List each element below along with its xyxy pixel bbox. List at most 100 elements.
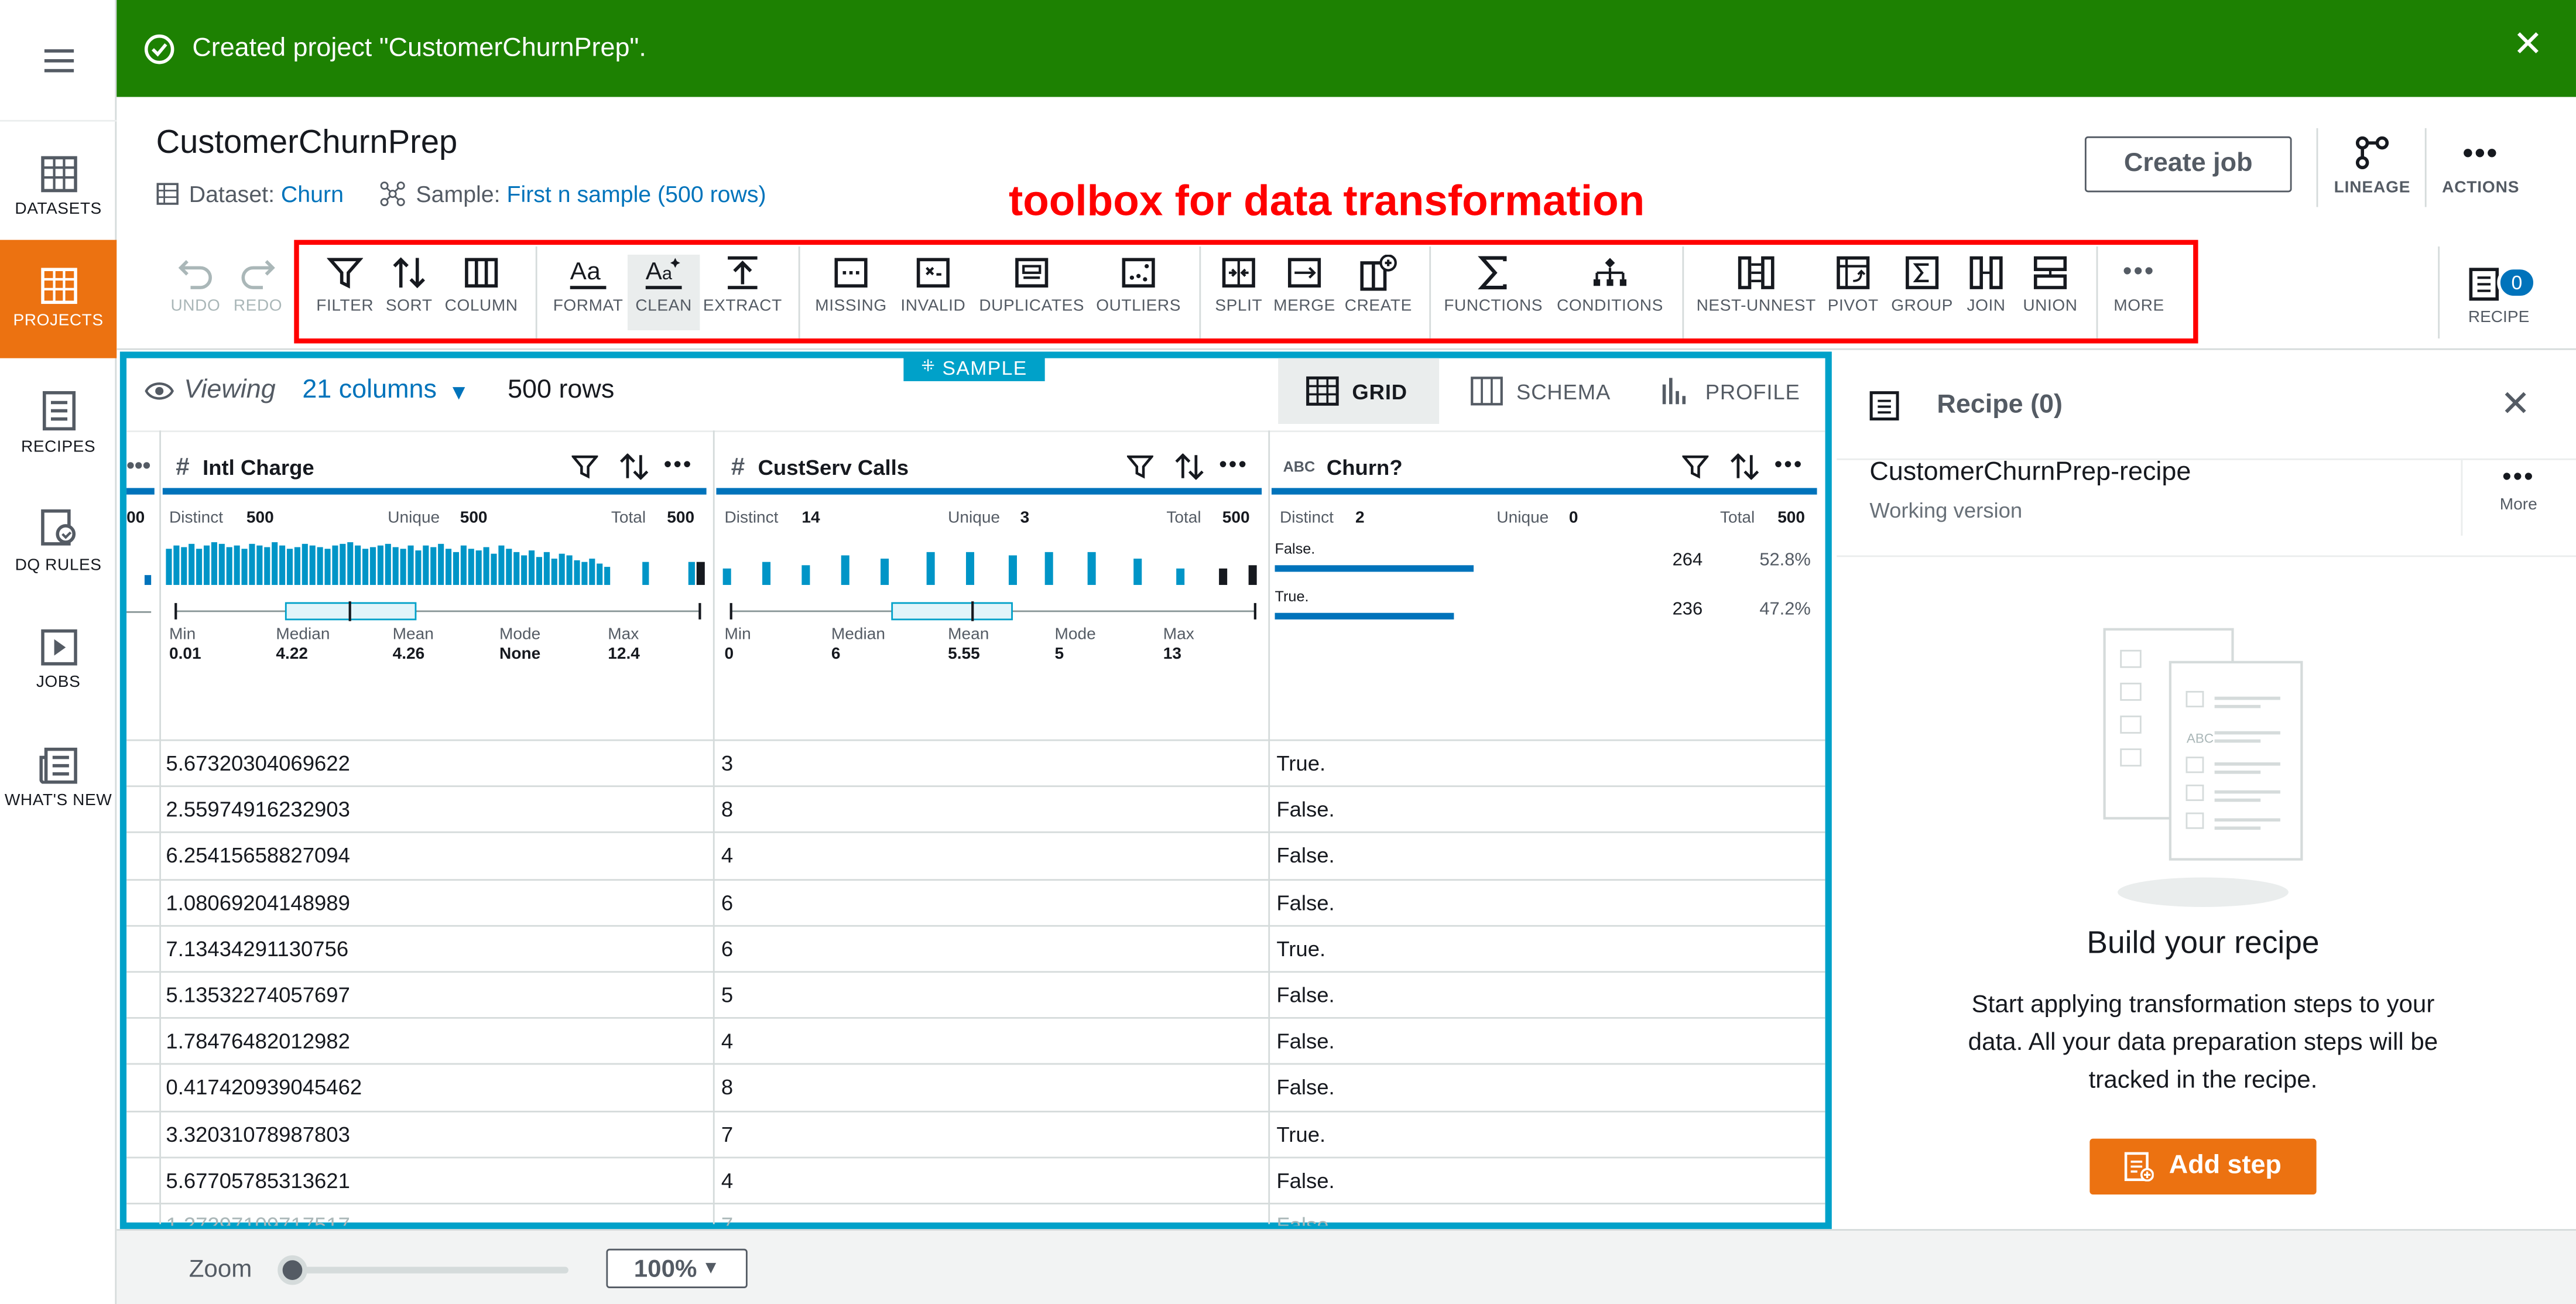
table-cell[interactable]: 5 (721, 983, 733, 1007)
table-cell[interactable]: 3 (721, 751, 733, 775)
table-cell[interactable]: 6.25415658827094 (166, 844, 350, 868)
table-cell[interactable]: 5.67705785313621 (166, 1168, 350, 1193)
split-button[interactable]: SPLIT (1209, 255, 1268, 330)
table-cell[interactable]: 6 (721, 890, 733, 915)
table-cell[interactable]: 1.78476482012982 (166, 1029, 350, 1053)
tab-schema[interactable]: SCHEMA (1470, 358, 1635, 424)
filter-button[interactable]: FILTER (312, 255, 378, 330)
lineage-button[interactable]: LINEAGE (2315, 136, 2430, 202)
recipe-more-button[interactable]: ••• More (2464, 460, 2572, 536)
table-cell[interactable]: 8 (721, 797, 733, 822)
columns-dropdown[interactable]: 21 columns ▼ (302, 377, 469, 406)
table-cell[interactable]: 7 (721, 1121, 733, 1146)
tool-label: FORMAT (553, 297, 624, 316)
table-cell[interactable]: 1.08069204148989 (166, 890, 350, 915)
dataset-link[interactable]: Churn (281, 181, 344, 207)
union-button[interactable]: UNION (2017, 255, 2083, 330)
table-cell[interactable]: True. (1276, 936, 1325, 961)
invalid-button[interactable]: INVALID (894, 255, 973, 330)
create-job-button[interactable]: Create job (2084, 136, 2292, 193)
histogram-bar (189, 543, 195, 585)
histogram-bar (317, 547, 323, 585)
close-icon[interactable]: ✕ (2513, 23, 2543, 66)
nav-item-dq-rules[interactable]: DQ RULES (0, 490, 117, 595)
column-sort-icon[interactable] (1730, 453, 1760, 480)
table-cell[interactable]: 4 (721, 1029, 733, 1053)
table-cell[interactable]: 5.13532274057697 (166, 983, 350, 1007)
table-cell[interactable]: True. (1276, 751, 1325, 775)
table-cell[interactable]: False. (1276, 844, 1334, 868)
tab-label: SCHEMA (1516, 378, 1611, 403)
table-cell[interactable]: False. (1276, 890, 1334, 915)
duplicates-icon (1015, 258, 1049, 288)
table-cell[interactable]: 4 (721, 844, 733, 868)
menu-button[interactable] (0, 0, 117, 122)
join-button[interactable]: JOIN (1958, 255, 2014, 330)
table-cell[interactable]: True. (1276, 1121, 1325, 1146)
column-header-intl-charge[interactable]: # Intl Charge (176, 447, 314, 486)
table-cell[interactable]: 8 (721, 1075, 733, 1100)
extract-button[interactable]: EXTRACT (700, 255, 785, 330)
column-filter-icon[interactable] (1126, 455, 1153, 480)
column-sort-icon[interactable] (1174, 453, 1204, 480)
group-button[interactable]: GROUP (1889, 255, 1955, 330)
functions-button[interactable]: FUNCTIONS (1443, 255, 1544, 330)
add-step-button[interactable]: Add step (2089, 1138, 2317, 1195)
create-button[interactable]: CREATE (1341, 254, 1416, 330)
actions-button[interactable]: ••• ACTIONS (2423, 136, 2538, 202)
nav-item-datasets[interactable]: DATASETS (0, 135, 117, 240)
column-button[interactable]: COLUMN (440, 255, 522, 330)
table-cell[interactable]: 4 (721, 1168, 733, 1193)
undo-button[interactable]: UNDO (165, 255, 227, 330)
histogram-bar (286, 549, 293, 585)
nest-unnest-button[interactable]: NEST-UNNEST (1692, 255, 1820, 330)
column-filter-icon[interactable] (1682, 455, 1709, 480)
merge-button[interactable]: MERGE (1272, 255, 1337, 330)
value-pct: 52.8% (1759, 550, 1811, 570)
conditions-button[interactable]: CONDITIONS (1551, 255, 1669, 330)
redo-button[interactable]: REDO (227, 255, 289, 330)
missing-button[interactable]: MISSING (811, 255, 890, 330)
duplicates-button[interactable]: DUPLICATES (979, 255, 1084, 330)
table-cell[interactable]: 0.417420939045462 (166, 1075, 362, 1100)
more-button[interactable]: ••• MORE (2106, 255, 2171, 330)
histogram-bar (407, 545, 414, 585)
column-menu-icon[interactable]: ••• (1219, 450, 1248, 477)
pivot-button[interactable]: PIVOT (1824, 255, 1883, 330)
sample-link[interactable]: First n sample (500 rows) (506, 181, 766, 207)
nav-item-whats-new[interactable]: WHAT'S NEW (0, 726, 117, 831)
column-sort-icon[interactable] (619, 453, 649, 480)
format-button[interactable]: Aa FORMAT (549, 255, 628, 330)
zoom-slider-handle[interactable] (278, 1255, 307, 1285)
table-cell[interactable]: 2.55974916232903 (166, 797, 350, 822)
table-cell[interactable]: 5.67320304069622 (166, 751, 350, 775)
nav-item-recipes[interactable]: RECIPES (0, 371, 117, 477)
column-menu-icon[interactable]: ••• (1775, 450, 1804, 477)
nav-item-projects[interactable]: PROJECTS (0, 239, 117, 358)
table-cell[interactable]: False. (1276, 1168, 1334, 1193)
nav-item-jobs[interactable]: JOBS (0, 608, 117, 713)
close-icon[interactable]: ✕ (2500, 383, 2531, 426)
table-cell[interactable]: 7.13434291130756 (166, 936, 348, 961)
table-cell[interactable]: 3.32031078987803 (166, 1121, 350, 1146)
tab-grid[interactable]: GRID (1278, 358, 1440, 424)
zoom-bar: Zoom 100% ▼ (117, 1228, 2576, 1304)
histogram-bar (604, 567, 611, 585)
histogram-intl-charge (166, 542, 705, 585)
table-cell[interactable]: 6 (721, 936, 733, 961)
table-cell[interactable]: False. (1276, 1029, 1334, 1053)
zoom-slider-track[interactable] (284, 1267, 568, 1274)
column-header-churn[interactable]: ABC Churn? (1283, 447, 1403, 486)
table-cell[interactable]: False. (1276, 983, 1334, 1007)
outliers-button[interactable]: OUTLIERS (1091, 255, 1186, 330)
zoom-select[interactable]: 100% ▼ (606, 1248, 748, 1288)
stat-distinct: 500 (246, 509, 274, 528)
sort-button[interactable]: SORT (378, 255, 440, 330)
column-header-custserv-calls[interactable]: # CustServ Calls (731, 447, 909, 486)
table-cell[interactable]: False. (1276, 1075, 1334, 1100)
clean-button[interactable]: Aa CLEAN (627, 254, 700, 331)
column-filter-icon[interactable] (571, 455, 598, 480)
table-cell[interactable]: False. (1276, 797, 1334, 822)
column-menu-icon[interactable]: ••• (664, 450, 693, 477)
tab-profile[interactable]: PROFILE (1661, 358, 1825, 424)
